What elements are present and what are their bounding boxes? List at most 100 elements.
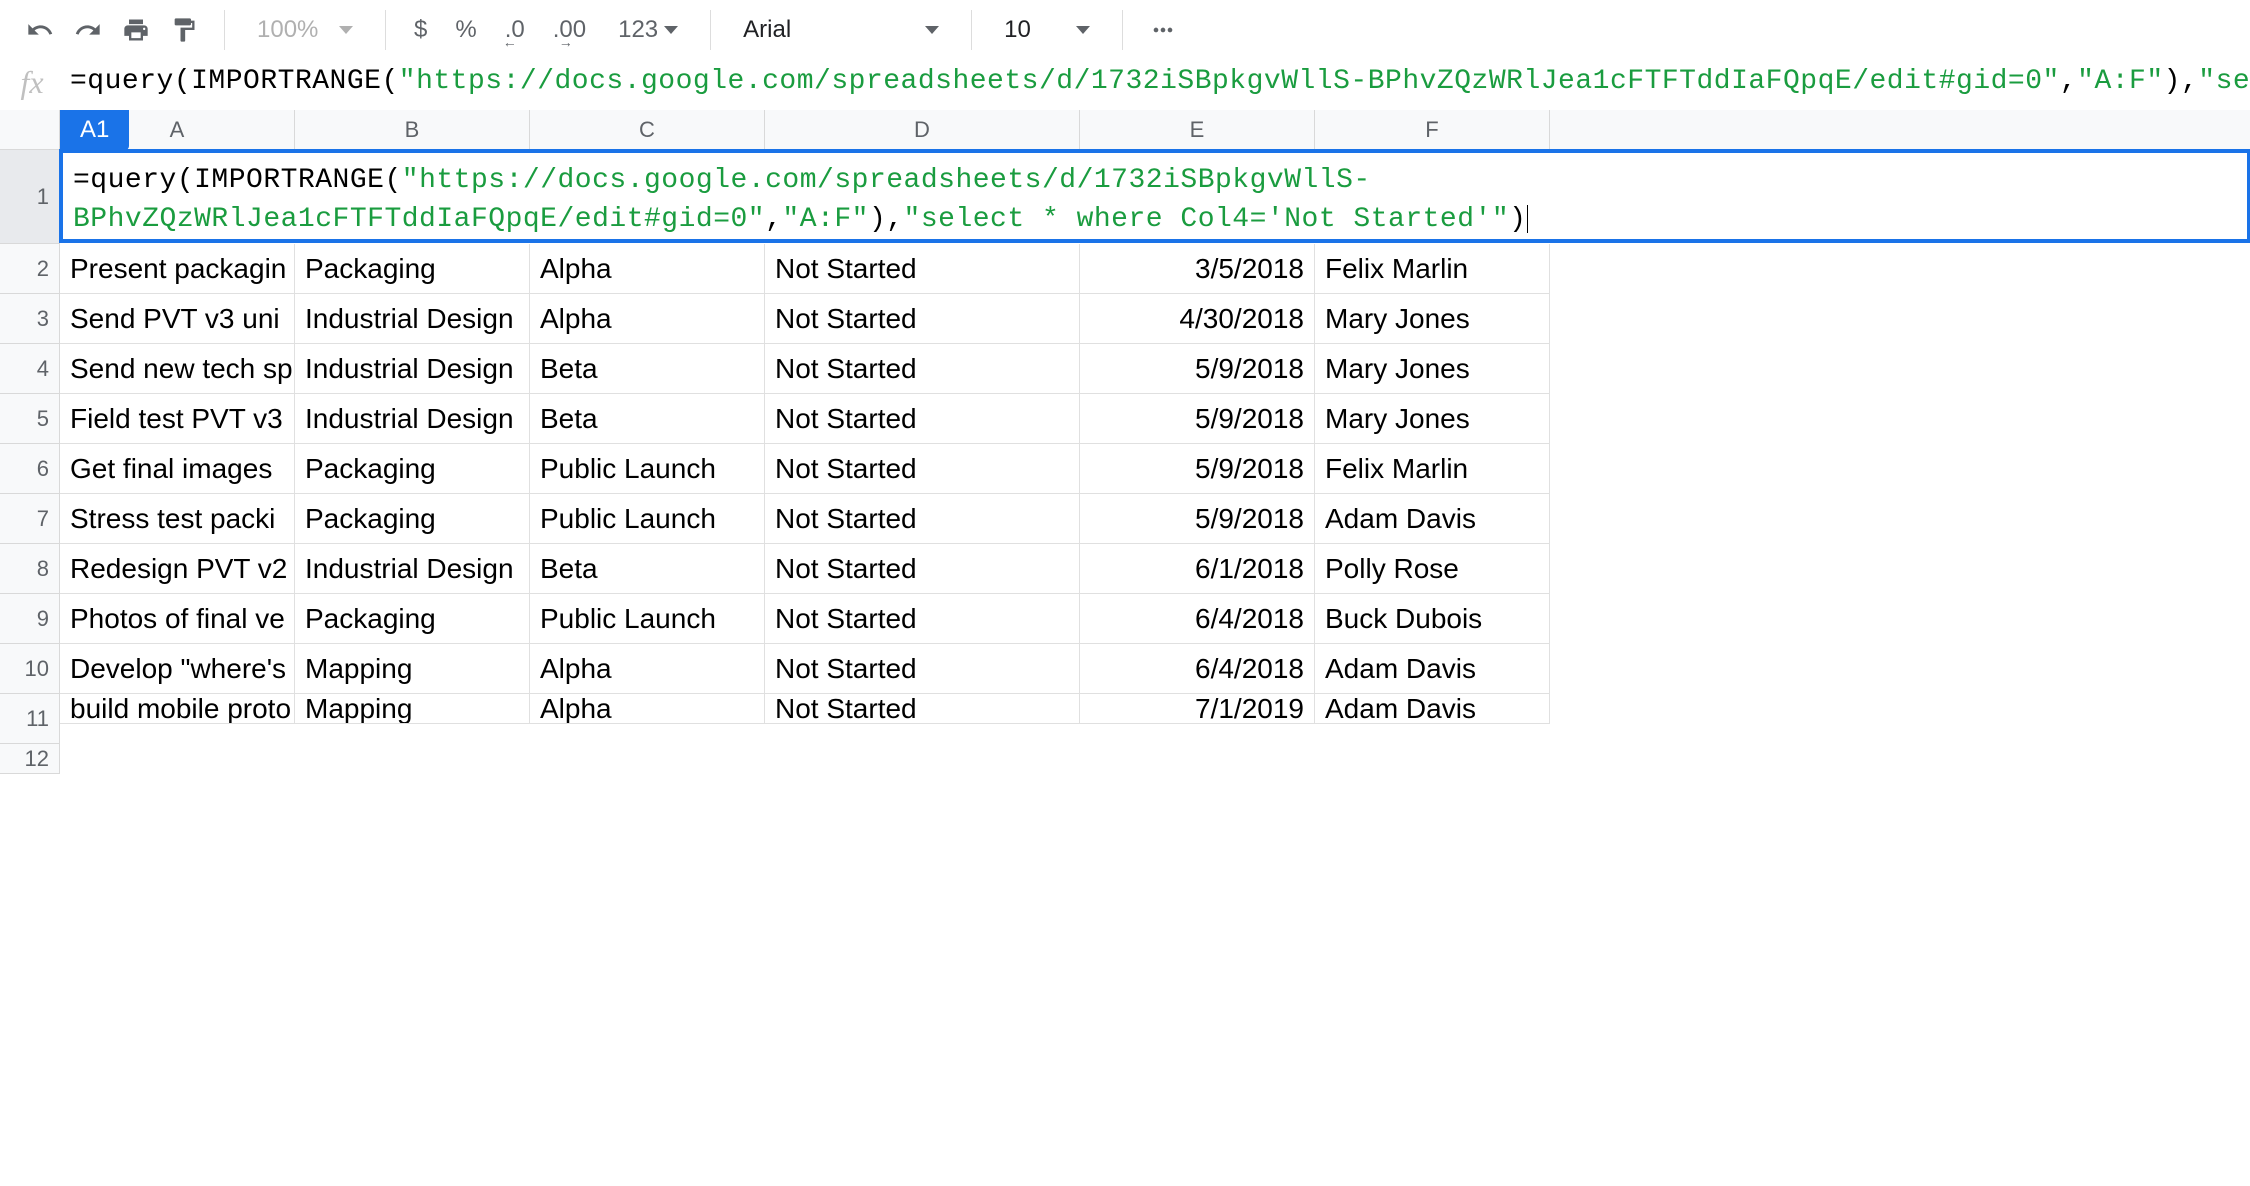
- column-header-e[interactable]: E: [1080, 110, 1315, 150]
- cell[interactable]: Packaging: [295, 444, 530, 494]
- redo-button[interactable]: [68, 10, 108, 50]
- cell[interactable]: Not Started: [765, 294, 1080, 344]
- cell[interactable]: Mapping: [295, 644, 530, 694]
- formula-bar-input[interactable]: =query(IMPORTRANGE("https://docs.google.…: [54, 60, 2250, 97]
- cell[interactable]: Alpha: [530, 244, 765, 294]
- increase-decimal-button[interactable]: .00 →: [545, 16, 594, 44]
- cell[interactable]: Alpha: [530, 644, 765, 694]
- format-percent-button[interactable]: %: [447, 16, 484, 44]
- cell[interactable]: Adam Davis: [1315, 694, 1550, 724]
- row-header[interactable]: 9: [0, 594, 60, 644]
- cell[interactable]: Not Started: [765, 494, 1080, 544]
- cell[interactable]: Beta: [530, 344, 765, 394]
- cell[interactable]: Industrial Design: [295, 344, 530, 394]
- column-header-b[interactable]: B: [295, 110, 530, 150]
- cell[interactable]: build mobile proto: [60, 694, 295, 724]
- cell[interactable]: 7/1/2019: [1080, 694, 1315, 724]
- cell[interactable]: 5/9/2018: [1080, 394, 1315, 444]
- cells[interactable]: =query(IMPORTRANGE("https://docs.google.…: [60, 150, 2250, 774]
- cell[interactable]: Felix Marlin: [1315, 244, 1550, 294]
- cell[interactable]: Get final images: [60, 444, 295, 494]
- row-header[interactable]: 11: [0, 694, 60, 744]
- cell[interactable]: 6/4/2018: [1080, 594, 1315, 644]
- cell[interactable]: Alpha: [530, 694, 765, 724]
- cell[interactable]: Industrial Design: [295, 294, 530, 344]
- row-header[interactable]: 10: [0, 644, 60, 694]
- cell[interactable]: Public Launch: [530, 594, 765, 644]
- cell[interactable]: 4/30/2018: [1080, 294, 1315, 344]
- decrease-decimal-button[interactable]: .0 ←: [497, 16, 533, 44]
- cell[interactable]: Send PVT v3 uni: [60, 294, 295, 344]
- row-header[interactable]: 1: [0, 150, 60, 244]
- cell[interactable]: Redesign PVT v2: [60, 544, 295, 594]
- cell[interactable]: Present packagin: [60, 244, 295, 294]
- cell[interactable]: Packaging: [295, 594, 530, 644]
- cell[interactable]: 6/1/2018: [1080, 544, 1315, 594]
- cell[interactable]: Mary Jones: [1315, 294, 1550, 344]
- undo-icon: [26, 16, 54, 44]
- cell[interactable]: Mary Jones: [1315, 344, 1550, 394]
- cell[interactable]: Mary Jones: [1315, 394, 1550, 444]
- column-header-d[interactable]: D: [765, 110, 1080, 150]
- cell[interactable]: Polly Rose: [1315, 544, 1550, 594]
- column-header-c[interactable]: C: [530, 110, 765, 150]
- row-header[interactable]: 4: [0, 344, 60, 394]
- paint-format-button[interactable]: [164, 10, 204, 50]
- divider: [710, 10, 711, 50]
- print-button[interactable]: [116, 10, 156, 50]
- select-all-corner[interactable]: [0, 110, 60, 150]
- font-size-select[interactable]: 10: [992, 10, 1102, 50]
- cell[interactable]: Packaging: [295, 244, 530, 294]
- row-header[interactable]: 3: [0, 294, 60, 344]
- cell[interactable]: 6/4/2018: [1080, 644, 1315, 694]
- cell[interactable]: 5/9/2018: [1080, 494, 1315, 544]
- more-button[interactable]: [1143, 10, 1183, 50]
- cell[interactable]: Beta: [530, 394, 765, 444]
- cell[interactable]: Packaging: [295, 494, 530, 544]
- cell[interactable]: Felix Marlin: [1315, 444, 1550, 494]
- cell[interactable]: Stress test packi: [60, 494, 295, 544]
- cell[interactable]: Field test PVT v3: [60, 394, 295, 444]
- font-select[interactable]: Arial: [731, 10, 951, 50]
- cell[interactable]: Industrial Design: [295, 394, 530, 444]
- cell[interactable]: Beta: [530, 544, 765, 594]
- cell[interactable]: 5/9/2018: [1080, 344, 1315, 394]
- cell[interactable]: Adam Davis: [1315, 644, 1550, 694]
- cell[interactable]: Photos of final ve: [60, 594, 295, 644]
- format-currency-button[interactable]: $: [406, 16, 435, 44]
- cell[interactable]: Not Started: [765, 594, 1080, 644]
- cell[interactable]: Adam Davis: [1315, 494, 1550, 544]
- cell[interactable]: Alpha: [530, 294, 765, 344]
- cell[interactable]: Not Started: [765, 244, 1080, 294]
- name-box[interactable]: A1: [60, 110, 129, 150]
- zoom-select[interactable]: 100%: [245, 10, 365, 50]
- zoom-value: 100%: [257, 16, 318, 44]
- row-header[interactable]: 8: [0, 544, 60, 594]
- cell[interactable]: Public Launch: [530, 494, 765, 544]
- cell[interactable]: Not Started: [765, 544, 1080, 594]
- chevron-down-icon: [664, 26, 678, 34]
- cell[interactable]: Industrial Design: [295, 544, 530, 594]
- cell[interactable]: 5/9/2018: [1080, 444, 1315, 494]
- active-cell-editor[interactable]: =query(IMPORTRANGE("https://docs.google.…: [59, 149, 2250, 243]
- cell[interactable]: Buck Dubois: [1315, 594, 1550, 644]
- row-header[interactable]: 2: [0, 244, 60, 294]
- cell[interactable]: Mapping: [295, 694, 530, 724]
- row-header[interactable]: 12: [0, 744, 60, 774]
- cell[interactable]: 3/5/2018: [1080, 244, 1315, 294]
- cell[interactable]: Not Started: [765, 344, 1080, 394]
- cell[interactable]: Develop "where's: [60, 644, 295, 694]
- column-header-f[interactable]: F: [1315, 110, 1550, 150]
- cell[interactable]: Not Started: [765, 694, 1080, 724]
- number-format-select[interactable]: 123: [606, 10, 690, 50]
- cell[interactable]: Not Started: [765, 394, 1080, 444]
- cell[interactable]: Send new tech sp: [60, 344, 295, 394]
- cell[interactable]: Not Started: [765, 644, 1080, 694]
- undo-button[interactable]: [20, 10, 60, 50]
- table-row: build mobile protoMappingAlphaNot Starte…: [60, 694, 2250, 724]
- row-header[interactable]: 5: [0, 394, 60, 444]
- row-header[interactable]: 6: [0, 444, 60, 494]
- cell[interactable]: Not Started: [765, 444, 1080, 494]
- cell[interactable]: Public Launch: [530, 444, 765, 494]
- row-header[interactable]: 7: [0, 494, 60, 544]
